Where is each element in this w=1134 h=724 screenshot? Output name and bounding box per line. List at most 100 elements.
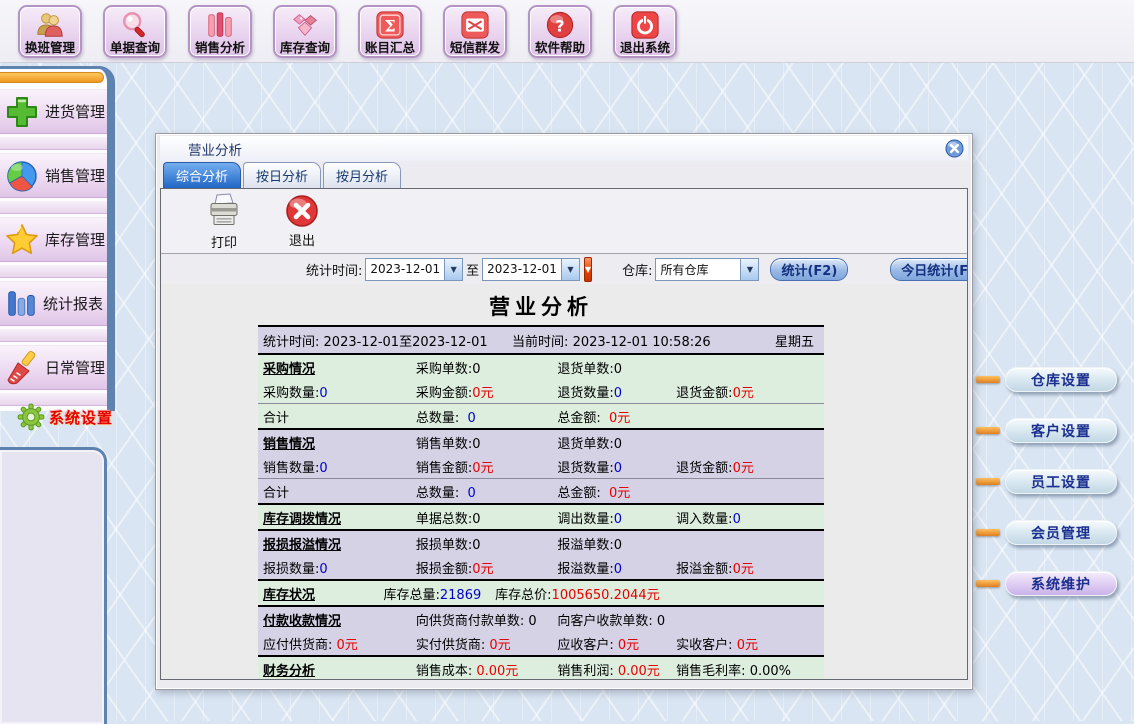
quick-button-employee-settings[interactable]: 员工设置	[1005, 469, 1117, 494]
cell-value: 0.00元	[618, 664, 660, 679]
cell-value: 0	[472, 538, 480, 553]
date-to-select[interactable]: 2023-12-01 ▼	[482, 258, 580, 281]
gear-icon	[16, 402, 46, 432]
toolbar-button-sms-bulk[interactable]: 短信群发	[443, 5, 507, 58]
sidebar-bottom-panel	[0, 447, 107, 724]
pill-accent-dash	[976, 580, 1000, 587]
warehouse-select[interactable]: 所有仓库 ▼	[655, 258, 759, 281]
action-button-print[interactable]: 打印	[197, 191, 251, 251]
action-button-label: 退出	[289, 230, 315, 249]
toolbar-button-document-query[interactable]: 单据查询	[103, 5, 167, 58]
quick-button-system-maintenance[interactable]: 系统维护	[1005, 571, 1117, 596]
cell-value: 0	[614, 386, 622, 401]
cell-value: 0元	[472, 562, 493, 577]
toolbar-button-label: 换班管理	[25, 40, 75, 55]
cell-label: 销售单数:	[416, 437, 472, 452]
report-row: 合计总数量: 0总金额: 0元	[258, 403, 824, 428]
date-quick-dropdown-button[interactable]: ▼	[584, 257, 592, 282]
quick-button-member-management[interactable]: 会员管理	[1005, 520, 1117, 545]
chevron-down-icon[interactable]: ▼	[444, 259, 462, 280]
quick-button-row: 客户设置	[976, 418, 1117, 443]
report-cell: 退货金额:0元	[671, 382, 824, 401]
cell-value: 0	[319, 386, 327, 401]
cell-label: 库存总价:	[495, 588, 551, 603]
toolbar-button-shift-management[interactable]: 换班管理	[18, 5, 82, 58]
tab-comprehensive[interactable]: 综合分析	[163, 162, 241, 188]
cell-label: 采购数量:	[263, 386, 319, 401]
section-heading: 付款收款情况	[263, 614, 341, 629]
report-cell: 销售单数:0	[411, 433, 553, 452]
pie-icon	[4, 158, 40, 194]
toolbar-button-account-summary[interactable]: Σ账目汇总	[358, 5, 422, 58]
cell-value: 0元	[618, 638, 639, 653]
report-cell: 合计	[258, 407, 411, 426]
cell-label: 调出数量:	[557, 512, 613, 527]
toolbar-button-sales-analysis[interactable]: 销售分析	[188, 5, 252, 58]
report-cell: 调出数量:0	[552, 508, 671, 527]
cell-label: 退货单数:	[557, 362, 613, 377]
report-row: 合计总数量: 0总金额: 0元	[258, 478, 824, 503]
cell-value: 0	[614, 437, 622, 452]
sidebar-item-sales-management[interactable]: 销售管理	[0, 153, 107, 198]
sidebar-item-label: 销售管理	[45, 165, 105, 186]
date-from-select[interactable]: 2023-12-01 ▼	[365, 258, 463, 281]
pill-accent-dash	[976, 478, 1000, 485]
toolbar-button-inventory-query[interactable]: 库存查询	[273, 5, 337, 58]
report-cell: 销售成本: 0.00元	[411, 660, 553, 679]
report-title: 营业分析	[258, 291, 824, 321]
report-cell: 退货单数:0	[552, 358, 671, 377]
report-cell: 报损数量:0	[258, 558, 411, 577]
toolbar-button-label: 销售分析	[195, 40, 245, 55]
quick-button-warehouse-settings[interactable]: 仓库设置	[1005, 367, 1117, 392]
cell-label: 采购单数:	[416, 362, 472, 377]
report-section: 销售情况销售单数:0退货单数:0销售数量:0销售金额:0元退货数量:0退货金额:…	[258, 430, 824, 505]
tab-monthly[interactable]: 按月分析	[323, 162, 401, 188]
cell-label: 退货金额:	[676, 386, 732, 401]
today-statistics-button[interactable]: 今日统计(F3)	[890, 258, 968, 281]
sidebar-item-daily-management[interactable]: 日常管理	[0, 345, 107, 390]
system-settings-label: 系统设置	[49, 407, 113, 428]
cell-value: 0	[472, 437, 480, 452]
section-heading: 报损报溢情况	[263, 538, 341, 553]
sidebar-item-purchase-management[interactable]: 进货管理	[0, 89, 107, 134]
report-cell: 实付供货商: 0元	[411, 634, 553, 653]
chevron-down-icon[interactable]: ▼	[561, 259, 579, 280]
quick-button-customer-settings[interactable]: 客户设置	[1005, 418, 1117, 443]
pill-accent-dash	[976, 529, 1000, 536]
close-icon[interactable]	[945, 139, 964, 158]
statistics-button[interactable]: 统计(F2)	[770, 258, 848, 281]
report-cell: 调入数量:0	[671, 508, 824, 527]
toolbar-button-label: 软件帮助	[535, 40, 585, 55]
sidebar-item-inventory-management[interactable]: 库存管理	[0, 217, 107, 262]
sidebar-item-label: 库存管理	[45, 229, 105, 250]
cell-label: 合计	[263, 486, 289, 501]
cell-label: 总金额:	[557, 486, 609, 501]
sidebar-item-system-settings[interactable]: 系统设置	[16, 402, 113, 432]
toolbar-button-software-help[interactable]: ?软件帮助	[528, 5, 592, 58]
sidebar-items: 进货管理销售管理库存管理统计报表日常管理	[0, 89, 107, 406]
chevron-down-icon[interactable]: ▼	[740, 259, 758, 280]
cell-label: 销售利润:	[557, 664, 618, 679]
report-section: 付款收款情况向供货商付款单数: 0向客户收款单数: 0应付供货商: 0元实付供货…	[258, 607, 824, 657]
cell-label: 报损金额:	[416, 562, 472, 577]
toolbar-button-exit-system[interactable]: 退出系统	[613, 5, 677, 58]
toolbar-button-label: 短信群发	[450, 40, 500, 55]
sidebar-item-statistics-report[interactable]: 统计报表	[0, 281, 107, 326]
pill-accent-dash	[976, 376, 1000, 383]
cell-value: 0	[472, 362, 480, 377]
bars-blue-icon	[4, 287, 38, 321]
gems-icon	[290, 10, 320, 40]
quick-button-row: 系统维护	[976, 571, 1117, 596]
report-section: 采购情况采购单数:0退货单数:0采购数量:0采购金额:0元退货数量:0退货金额:…	[258, 355, 824, 430]
tab-daily[interactable]: 按日分析	[243, 162, 321, 188]
cell-label: 合计	[263, 411, 289, 426]
cell-value: 0元	[337, 638, 358, 653]
sidebar-top-accent-bar	[0, 72, 104, 83]
cell-value: 0元	[609, 411, 630, 426]
cell-label: 退货数量:	[557, 461, 613, 476]
brush-icon	[4, 350, 40, 386]
svg-text:Σ: Σ	[384, 16, 395, 35]
cell-label: 应付供货商:	[263, 638, 337, 653]
action-button-exit[interactable]: 退出	[275, 193, 329, 249]
quick-button-row: 仓库设置	[976, 367, 1117, 392]
